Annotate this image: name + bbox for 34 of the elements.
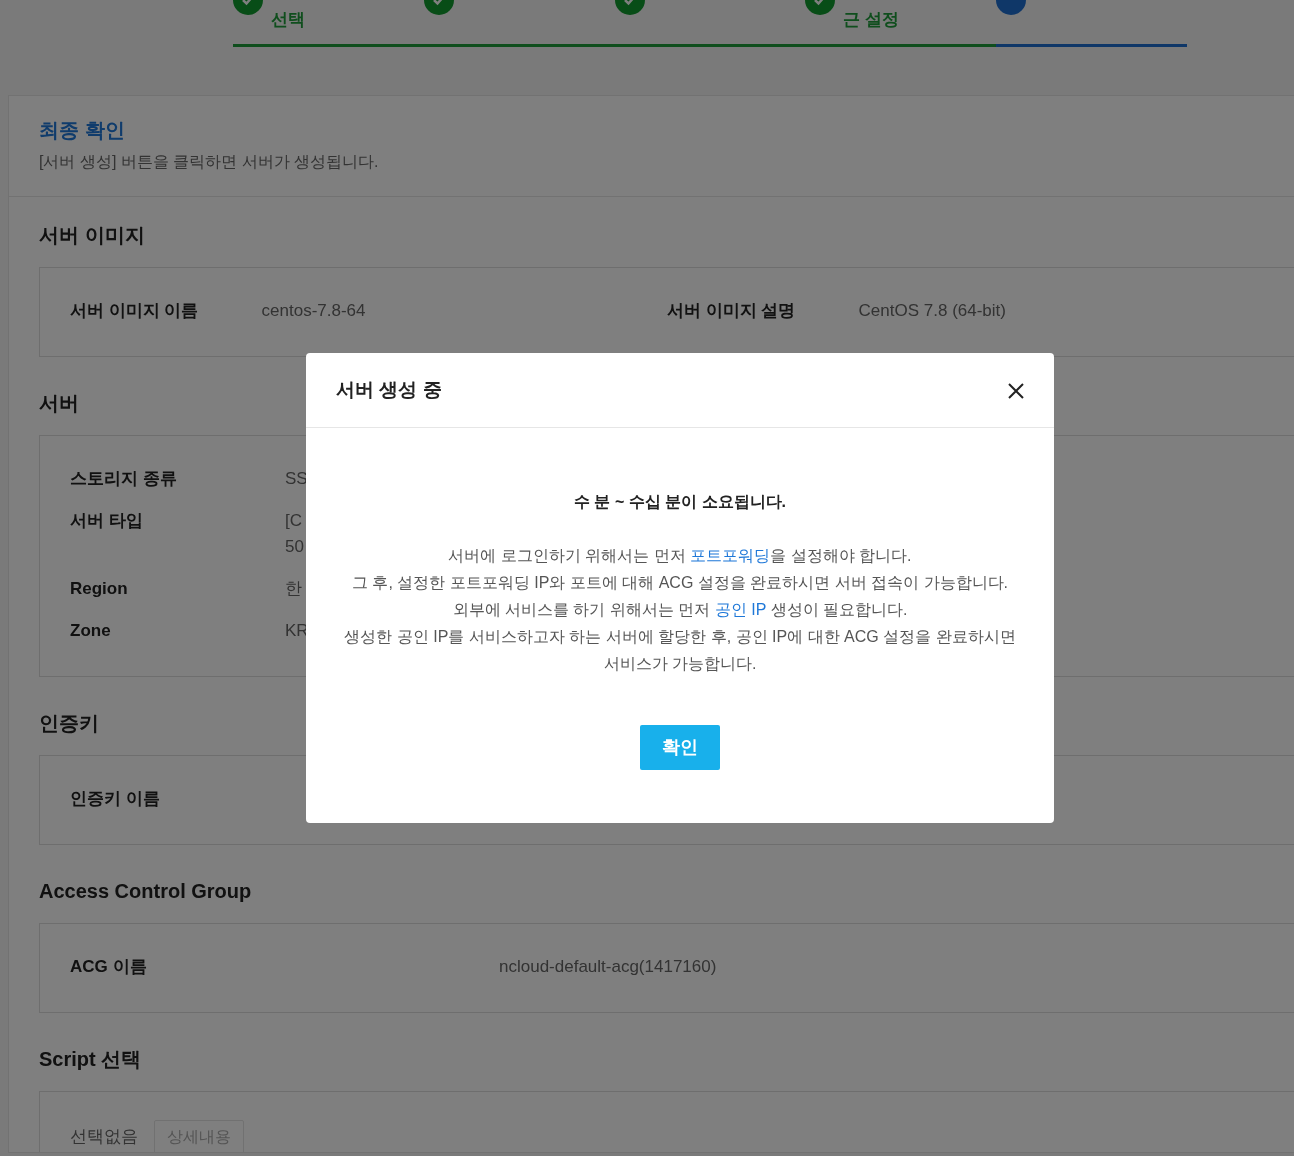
field-label: 서버 이미지 이름: [70, 300, 200, 322]
modal-message: 외부에 서비스를 하기 위해서는 먼저 공인 IP 생성이 필요합니다.: [451, 600, 909, 620]
modal-message: 그 후, 설정한 포트포워딩 IP와 포트에 대해 ACG 설정을 완료하시면 서버 접속이 가능합니다.: [351, 573, 1009, 593]
modal-message: 서버에 로그인하기 위해서는 먼저 포트포워딩을 설정해야 합니다.: [447, 546, 913, 566]
field-label: 서버 이미지 설명: [667, 300, 797, 322]
text-link[interactable]: 공인 IP: [714, 601, 767, 618]
field-value: 한: [285, 578, 302, 600]
field-label: 스토리지 종류: [70, 468, 178, 490]
section-title: Script 선택: [39, 1046, 142, 1072]
field-label: ACG 이름: [70, 955, 148, 978]
close-icon: [1008, 382, 1024, 399]
field-label: 인증키 이름: [70, 788, 161, 810]
script-value: 선택없음: [70, 1125, 138, 1148]
text-link[interactable]: 포트포워딩: [690, 547, 771, 564]
field-value: CentOS 7.8 (64-bit): [858, 300, 1007, 322]
section-title: 인증키: [39, 711, 99, 736]
section-title: 서버: [39, 391, 79, 416]
step-label: 근 설정: [843, 9, 900, 31]
field-value: [C 50: [285, 510, 304, 558]
section-title: Access Control Group: [39, 878, 252, 904]
field-value: ncloud-default-acg(1417160): [499, 955, 717, 978]
modal-title: 서버 생성 중: [336, 378, 442, 402]
card-title: 최종 확인: [39, 118, 126, 142]
section-title: 서버 이미지: [39, 223, 145, 248]
field-label: Region: [70, 578, 129, 600]
step-label: 선택: [271, 9, 305, 31]
card-subtitle: [서버 생성] 버튼을 클릭하면 서버가 생성됩니다.: [39, 152, 380, 172]
confirm-button[interactable]: 확인: [640, 725, 720, 770]
field-value: centos-7.8-64: [261, 300, 367, 322]
field-label: 서버 타입: [70, 510, 144, 532]
field-label: Zone: [70, 620, 112, 642]
field-value: SS: [285, 468, 308, 490]
modal-message: 생성한 공인 IP를 서비스하고자 하는 서버에 할당한 후, 공인 IP에 대한 ACG 설정을 완료하시면 서비스가 가능합니다.: [343, 627, 1017, 674]
modal-headline: 수 분 ~ 수십 분이 소요됩니다.: [573, 492, 787, 512]
